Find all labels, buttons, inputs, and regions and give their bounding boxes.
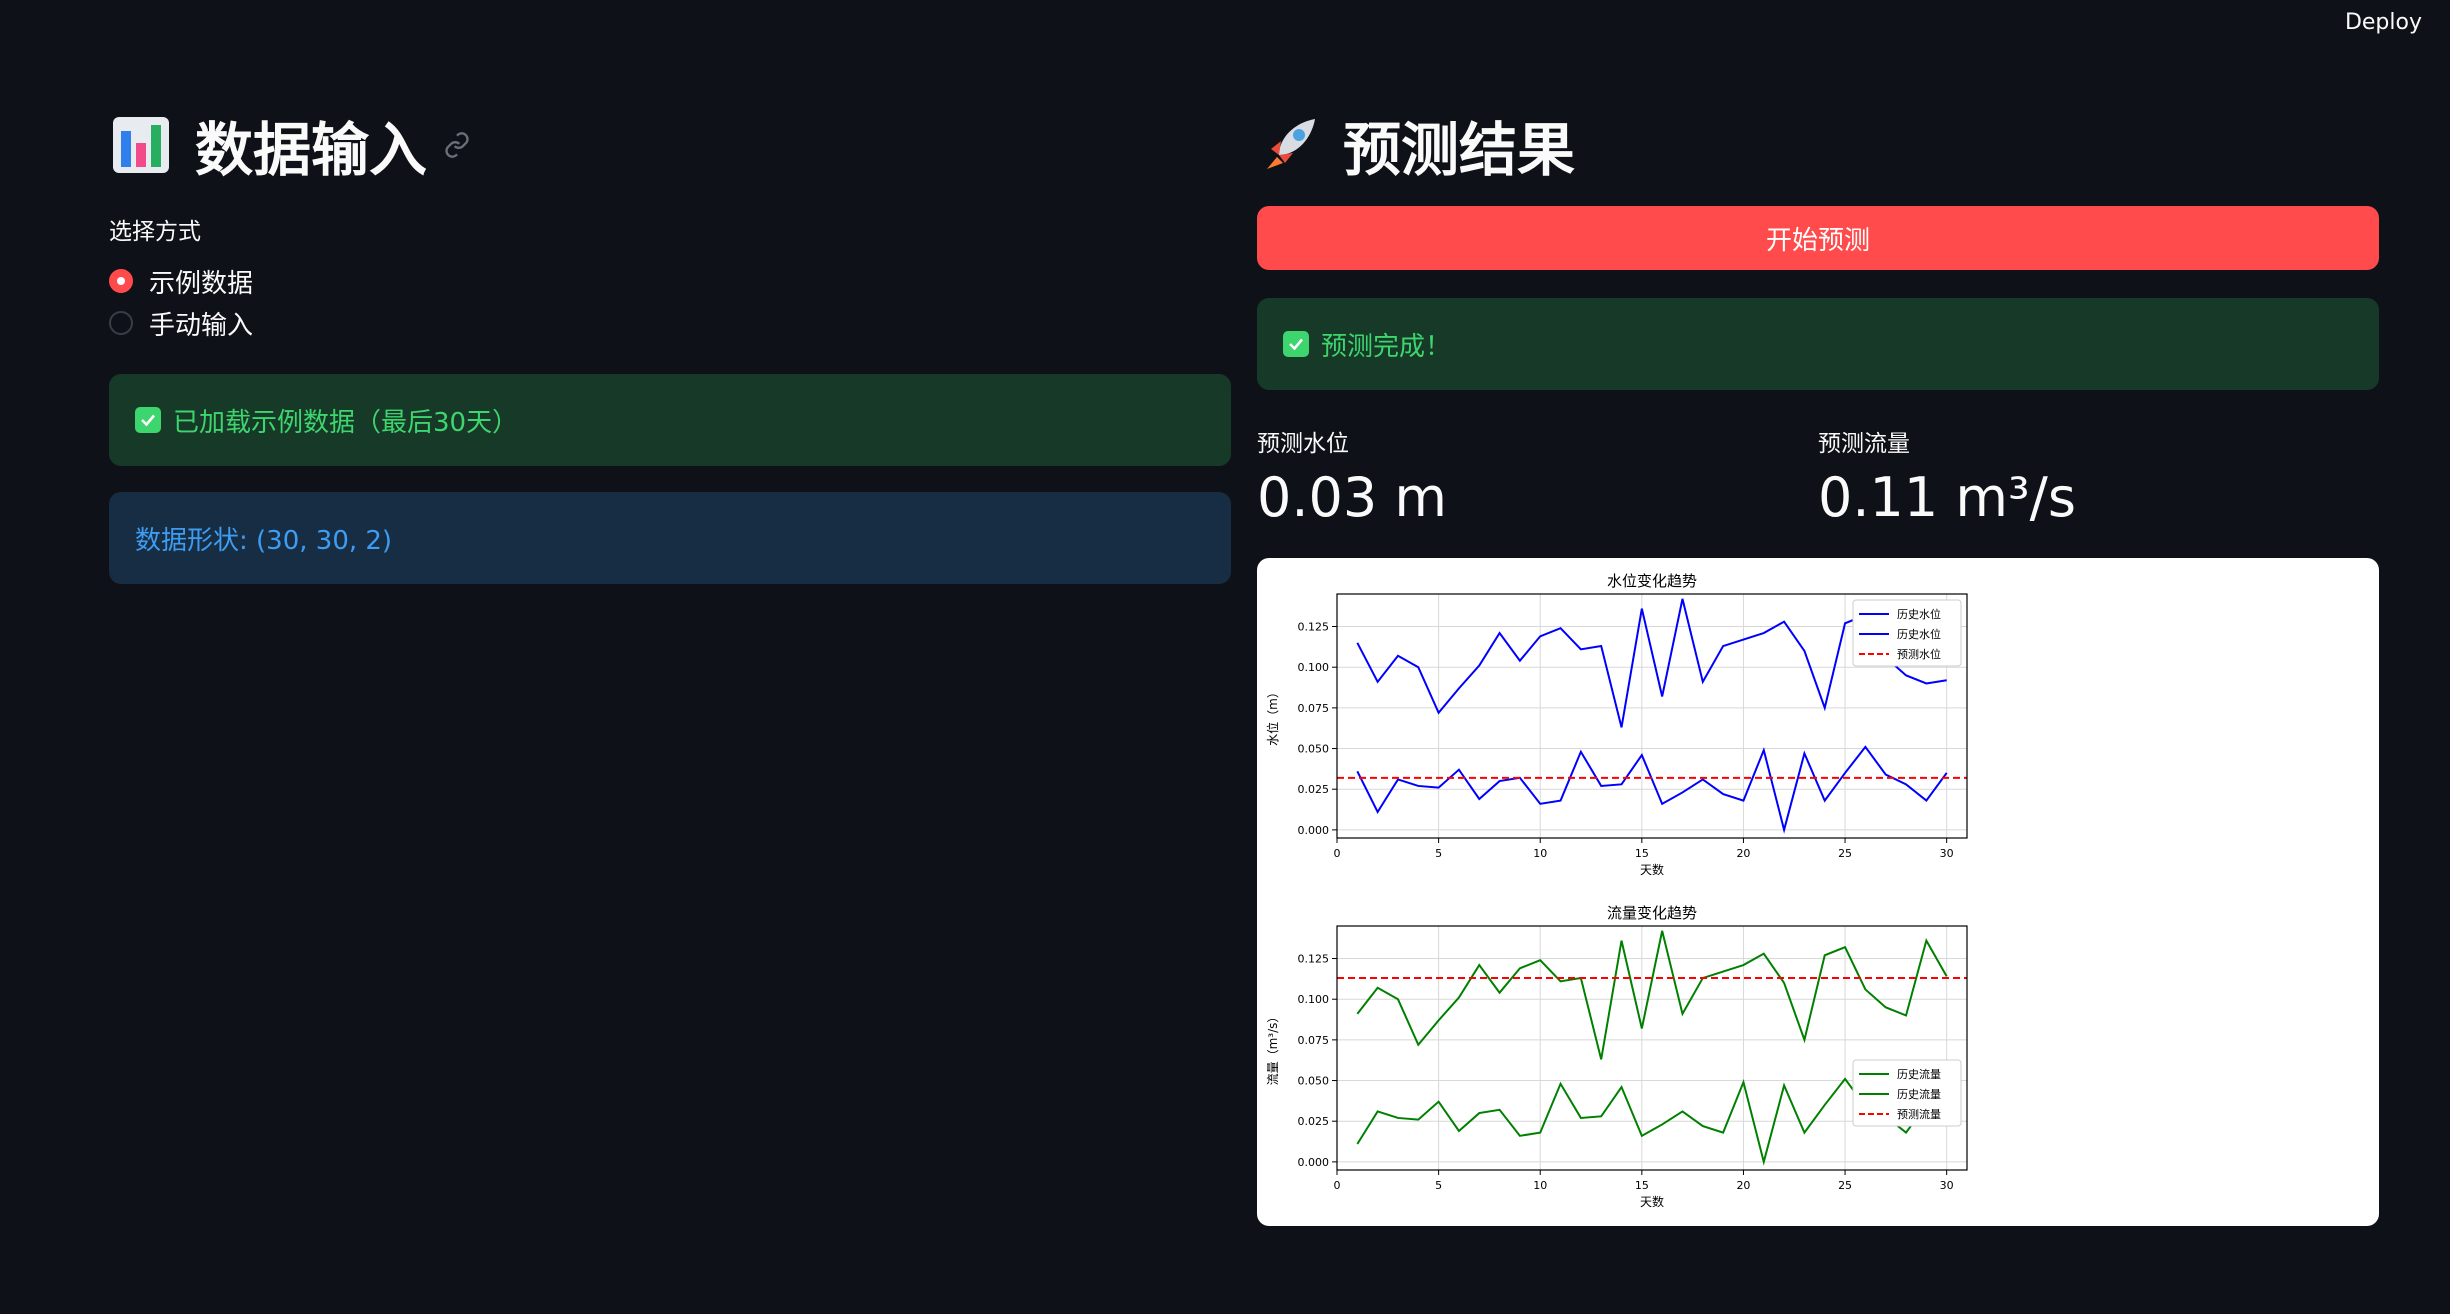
legend-label: 预测水位: [1897, 647, 1941, 661]
x-tick-label: 30: [1940, 847, 1954, 860]
legend-label: 历史水位: [1897, 627, 1941, 641]
x-tick-label: 10: [1533, 1179, 1547, 1192]
alert-text: 已加载示例数据（最后30天）: [173, 407, 519, 438]
metrics-row: 预测水位 0.03 m 预测流量 0.11 m³/s: [1257, 424, 2379, 528]
method-radio-group: 示例数据 手动输入: [109, 260, 1231, 344]
history-series-line: [1356, 745, 1948, 834]
y-tick-label: 0.100: [1298, 661, 1330, 674]
prediction-done-alert: 预测完成！: [1257, 298, 2379, 390]
metric-label: 预测水位: [1257, 431, 1349, 457]
legend-label: 历史流量: [1897, 1067, 1941, 1081]
data-input-column: 数据输入 选择方式 示例数据 手动输入 已加载示例数据（最后30天） 数据形状:…: [109, 100, 1231, 584]
x-tick-label: 20: [1736, 847, 1750, 860]
deploy-button[interactable]: Deploy: [2337, 6, 2430, 39]
metric-value: 0.03 m: [1257, 466, 1448, 529]
radio-group-label: 选择方式: [109, 219, 201, 245]
y-tick-label: 0.050: [1298, 1075, 1330, 1088]
y-tick-label: 0.075: [1298, 702, 1330, 715]
chart-title: 水位变化趋势: [1607, 572, 1697, 590]
trend-charts: 0 5 10 15 20 25 30 0.000 0.025 0.050 0.075 0.100 0.1…: [1265, 572, 1968, 1209]
check-icon: [1283, 331, 1309, 357]
data-shape-info: 数据形状: (30, 30, 2): [109, 492, 1231, 584]
radio-option-label: 示例数据: [149, 268, 254, 299]
check-icon: [135, 407, 161, 433]
x-tick-label: 10: [1533, 847, 1547, 860]
y-tick-label: 0.000: [1298, 1156, 1330, 1169]
y-tick-label: 0.075: [1298, 1034, 1330, 1047]
x-tick-label: 25: [1838, 1179, 1852, 1192]
prediction-title: 预测结果: [1257, 100, 2379, 190]
legend-label: 预测流量: [1897, 1107, 1941, 1121]
prediction-title-text: 预测结果: [1343, 116, 1576, 184]
y-tick-label: 0.125: [1298, 953, 1330, 966]
metric-water-level: 预测水位 0.03 m: [1257, 424, 1818, 528]
start-predict-button[interactable]: 开始预测: [1257, 206, 2379, 270]
x-tick-label: 5: [1435, 847, 1442, 860]
x-tick-label: 0: [1334, 1179, 1341, 1192]
metric-label: 预测流量: [1818, 431, 1910, 457]
y-tick-label: 0.100: [1298, 993, 1330, 1006]
radio-option-manual-input[interactable]: 手动输入: [109, 302, 1231, 344]
link-icon[interactable]: [443, 131, 471, 159]
y-axis-label: 流量（m³/s）: [1266, 1011, 1280, 1086]
y-tick-label: 0.050: [1298, 743, 1330, 756]
y-tick-label: 0.000: [1298, 824, 1330, 837]
y-tick-label: 0.025: [1298, 783, 1330, 796]
chart-title: 流量变化趋势: [1607, 904, 1697, 922]
alert-text: 预测完成！: [1321, 331, 1452, 362]
metric-flow: 预测流量 0.11 m³/s: [1818, 424, 2379, 528]
radio-option-label: 手动输入: [149, 310, 254, 341]
x-tick-label: 30: [1940, 1179, 1954, 1192]
y-tick-label: 0.025: [1298, 1115, 1330, 1128]
x-tick-label: 15: [1635, 1179, 1649, 1192]
example-loaded-alert: 已加载示例数据（最后30天）: [109, 374, 1231, 466]
y-tick-label: 0.125: [1298, 621, 1330, 634]
x-axis-label: 天数: [1640, 1194, 1664, 1209]
prediction-column: 预测结果 开始预测 预测完成！ 预测水位 0.03 m 预测流量 0.11 m³…: [1257, 100, 2379, 1226]
x-tick-label: 20: [1736, 1179, 1750, 1192]
x-axis-label: 天数: [1640, 862, 1664, 877]
rocket-icon: [1257, 113, 1321, 177]
y-axis-label: 水位（m）: [1265, 686, 1280, 746]
plot-frame: [1336, 925, 1968, 1171]
data-input-title-text: 数据输入: [195, 116, 428, 184]
trend-charts-image: 0 5 10 15 20 25 30 0.000 0.025 0.050 0.075 0.100 0.1…: [1257, 558, 2379, 1226]
info-text: 数据形状: (30, 30, 2): [135, 525, 393, 556]
radio-selected-icon[interactable]: [109, 269, 133, 293]
data-input-title: 数据输入: [109, 100, 1231, 190]
bar-chart-icon: [109, 113, 173, 177]
x-tick-label: 25: [1838, 847, 1852, 860]
x-tick-label: 0: [1334, 847, 1341, 860]
metric-value: 0.11 m³/s: [1818, 466, 2076, 529]
radio-option-example-data[interactable]: 示例数据: [109, 260, 1231, 302]
radio-unselected-icon[interactable]: [109, 311, 133, 335]
legend-label: 历史流量: [1897, 1087, 1941, 1101]
x-tick-label: 5: [1435, 1179, 1442, 1192]
x-tick-label: 15: [1635, 847, 1649, 860]
legend-label: 历史水位: [1897, 607, 1941, 621]
